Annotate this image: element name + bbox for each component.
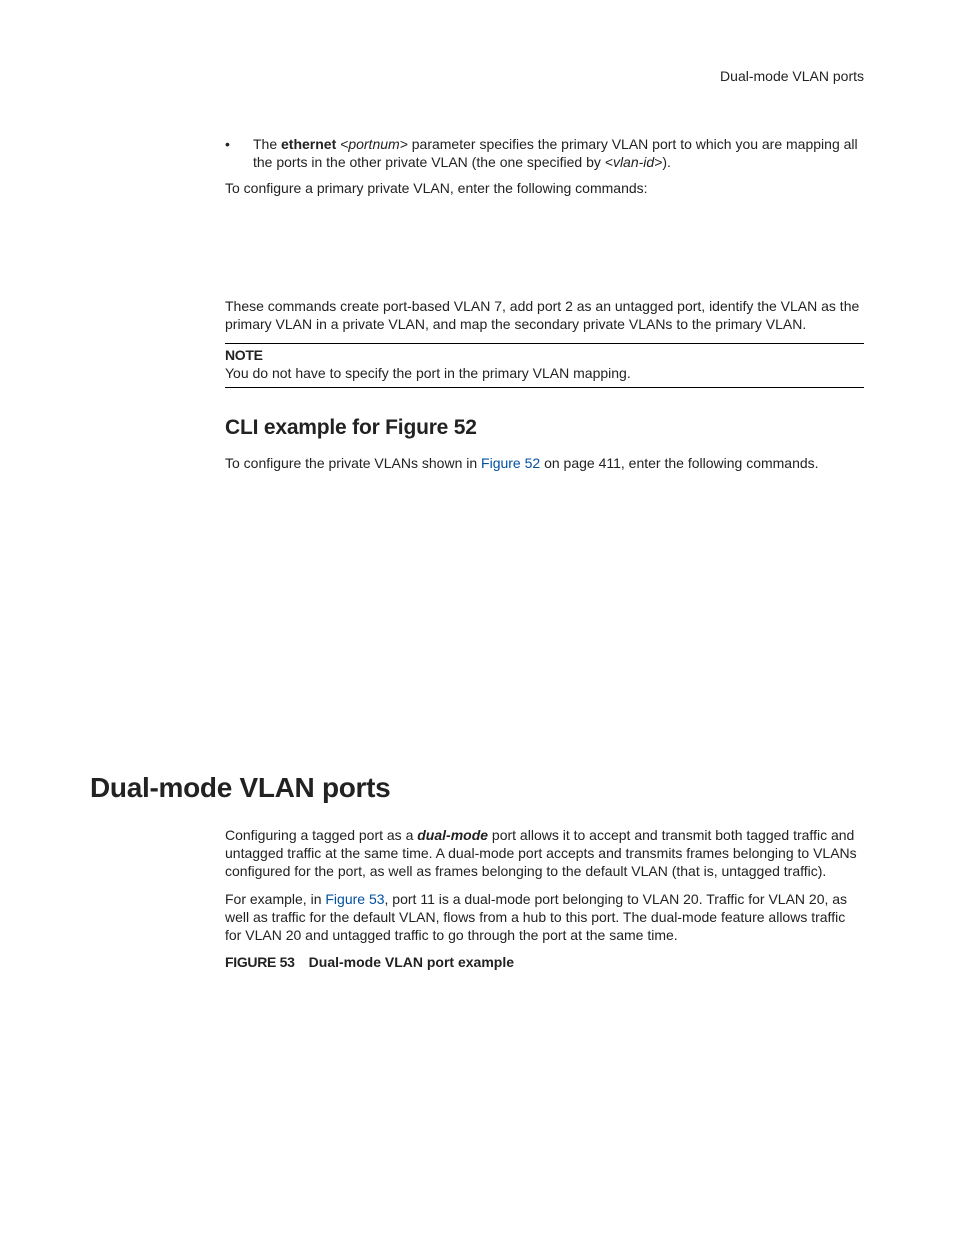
- figure-label: FIGURE 53: [225, 954, 295, 970]
- crossref-link[interactable]: Figure 52: [481, 455, 540, 471]
- note-text: You do not have to specify the port in t…: [225, 364, 864, 382]
- section-heading: CLI example for Figure 52: [225, 416, 864, 440]
- note-block: NOTE You do not have to specify the port…: [225, 343, 864, 388]
- text: The: [253, 136, 281, 152]
- paragraph: Configuring a tagged port as a dual-mode…: [225, 826, 864, 880]
- paragraph: To configure the private VLANs shown in …: [225, 454, 864, 472]
- param: <portnum>: [340, 136, 408, 152]
- spacer: [90, 207, 864, 297]
- keyword: ethernet: [281, 136, 340, 152]
- bullet-marker: •: [225, 135, 253, 171]
- text: ).: [662, 154, 671, 170]
- param: <vlan-id>: [605, 154, 663, 170]
- figure-title: Dual-mode VLAN port example: [309, 954, 514, 970]
- chapter-heading: Dual-mode VLAN ports: [90, 772, 864, 804]
- crossref-link[interactable]: Figure 53: [325, 891, 384, 907]
- term: dual-mode: [417, 827, 488, 843]
- page-content: • The ethernet <portnum> parameter speci…: [90, 135, 864, 970]
- figure-caption: FIGURE 53 Dual-mode VLAN port example: [225, 954, 864, 970]
- paragraph: For example, in Figure 53, port 11 is a …: [225, 890, 864, 944]
- bullet-item: • The ethernet <portnum> parameter speci…: [225, 135, 864, 171]
- paragraph: To configure a primary private VLAN, ent…: [225, 179, 864, 197]
- paragraph: These commands create port-based VLAN 7,…: [225, 297, 864, 333]
- text: For example, in: [225, 891, 325, 907]
- spacer: [90, 482, 864, 772]
- bullet-text: The ethernet <portnum> parameter specifi…: [253, 135, 864, 171]
- running-header: Dual-mode VLAN ports: [720, 68, 864, 84]
- text: on page 411, enter the following command…: [540, 455, 818, 471]
- text: To configure the private VLANs shown in: [225, 455, 481, 471]
- text: Configuring a tagged port as a: [225, 827, 417, 843]
- note-label: NOTE: [225, 347, 864, 363]
